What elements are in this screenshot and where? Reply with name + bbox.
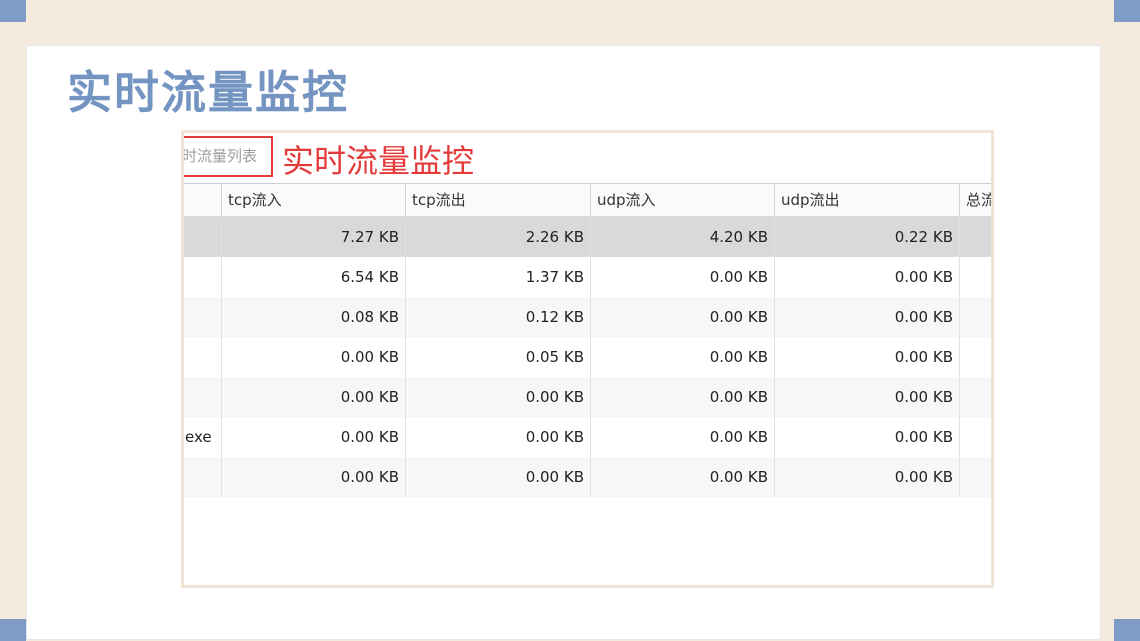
table-row[interactable]: 6.54 KB 1.37 KB 0.00 KB 0.00 KB	[184, 257, 991, 297]
slide-card: 实时流量监控 时流量列表 实时流量监控 tcp流入 tcp流出 udp流入 ud…	[26, 45, 1101, 640]
cell-tcp-in: 7.27 KB	[222, 217, 406, 257]
table-row[interactable]: 0.00 KB 0.00 KB 0.00 KB 0.00 KB	[184, 457, 991, 497]
table-header: tcp流入 tcp流出 udp流入 udp流出 总流	[184, 183, 991, 217]
cell-name: exe	[184, 417, 222, 457]
cell-udp-out: 0.00 KB	[775, 417, 960, 457]
cell-name	[184, 257, 222, 297]
column-header-tcp-in[interactable]: tcp流入	[222, 184, 406, 216]
cell-tcp-in: 6.54 KB	[222, 257, 406, 297]
cell-tcp-out: 0.00 KB	[406, 377, 591, 417]
column-header-total[interactable]: 总流	[960, 184, 991, 216]
column-header-udp-in[interactable]: udp流入	[591, 184, 775, 216]
cell-total	[960, 457, 991, 497]
cell-udp-out: 0.00 KB	[775, 297, 960, 337]
cell-name	[184, 377, 222, 417]
annotation-label: 实时流量监控	[282, 142, 475, 180]
cell-udp-in: 0.00 KB	[591, 337, 775, 377]
cell-udp-in: 0.00 KB	[591, 297, 775, 337]
cell-tcp-in: 0.00 KB	[222, 457, 406, 497]
cell-name	[184, 217, 222, 257]
cell-total	[960, 297, 991, 337]
table-row[interactable]: 7.27 KB 2.26 KB 4.20 KB 0.22 KB	[184, 217, 991, 257]
cell-udp-out: 0.22 KB	[775, 217, 960, 257]
cell-udp-in: 0.00 KB	[591, 377, 775, 417]
cell-total	[960, 417, 991, 457]
corner-decoration-bottom-left	[0, 619, 26, 641]
traffic-table: tcp流入 tcp流出 udp流入 udp流出 总流 7.27 KB 2.26 …	[184, 183, 991, 497]
cell-udp-out: 0.00 KB	[775, 377, 960, 417]
column-header-udp-out[interactable]: udp流出	[775, 184, 960, 216]
cell-tcp-out: 0.00 KB	[406, 457, 591, 497]
traffic-list-tab[interactable]: 时流量列表	[184, 136, 273, 177]
traffic-monitor-screenshot: 时流量列表 实时流量监控 tcp流入 tcp流出 udp流入 udp流出 总流 …	[181, 130, 994, 588]
table-row[interactable]: 0.08 KB 0.12 KB 0.00 KB 0.00 KB	[184, 297, 991, 337]
cell-tcp-out: 1.37 KB	[406, 257, 591, 297]
cell-tcp-out: 0.12 KB	[406, 297, 591, 337]
corner-decoration-bottom-right	[1114, 619, 1140, 641]
corner-decoration-top-right	[1114, 0, 1140, 22]
cell-udp-out: 0.00 KB	[775, 457, 960, 497]
column-header-name[interactable]	[184, 184, 222, 216]
cell-tcp-in: 0.08 KB	[222, 297, 406, 337]
cell-total	[960, 377, 991, 417]
cell-udp-in: 4.20 KB	[591, 217, 775, 257]
corner-decoration-top-left	[0, 0, 26, 22]
slide-title: 实时流量监控	[67, 66, 350, 119]
cell-udp-out: 0.00 KB	[775, 257, 960, 297]
cell-total	[960, 337, 991, 377]
table-row[interactable]: 0.00 KB 0.00 KB 0.00 KB 0.00 KB	[184, 377, 991, 417]
cell-tcp-in: 0.00 KB	[222, 417, 406, 457]
cell-udp-in: 0.00 KB	[591, 417, 775, 457]
cell-udp-in: 0.00 KB	[591, 257, 775, 297]
table-row[interactable]: exe 0.00 KB 0.00 KB 0.00 KB 0.00 KB	[184, 417, 991, 457]
cell-name	[184, 337, 222, 377]
cell-tcp-in: 0.00 KB	[222, 377, 406, 417]
cell-tcp-out: 0.00 KB	[406, 417, 591, 457]
cell-tcp-out: 0.05 KB	[406, 337, 591, 377]
cell-tcp-in: 0.00 KB	[222, 337, 406, 377]
table-row[interactable]: 0.00 KB 0.05 KB 0.00 KB 0.00 KB	[184, 337, 991, 377]
cell-tcp-out: 2.26 KB	[406, 217, 591, 257]
cell-udp-out: 0.00 KB	[775, 337, 960, 377]
cell-name	[184, 297, 222, 337]
cell-name	[184, 457, 222, 497]
cell-udp-in: 0.00 KB	[591, 457, 775, 497]
cell-total	[960, 217, 991, 257]
cell-total	[960, 257, 991, 297]
column-header-tcp-out[interactable]: tcp流出	[406, 184, 591, 216]
